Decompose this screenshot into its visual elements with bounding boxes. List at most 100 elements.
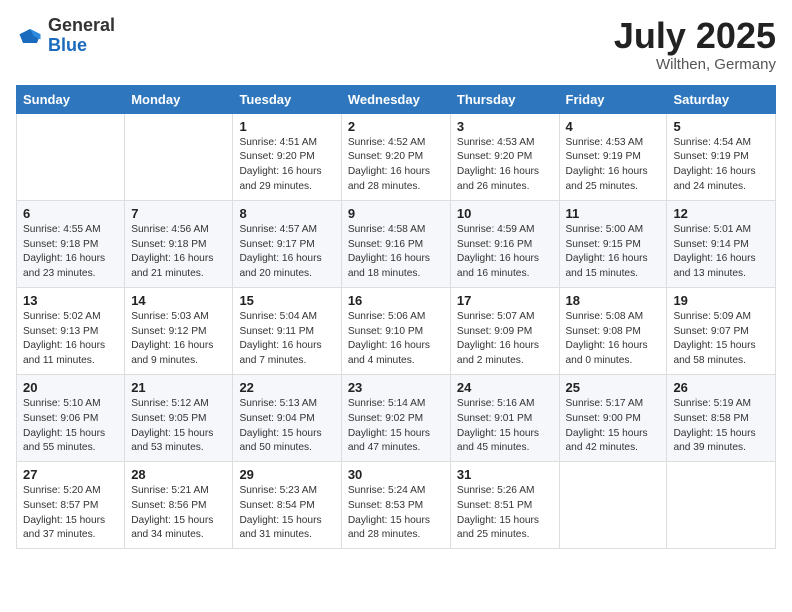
day-number: 3 [457,119,553,134]
calendar-cell: 20 Sunrise: 5:10 AM Sunset: 9:06 PM Dayli… [17,374,125,461]
calendar-cell: 21 Sunrise: 5:12 AM Sunset: 9:05 PM Dayli… [125,374,233,461]
cell-content: Sunrise: 5:26 AM Sunset: 8:51 PM Dayligh… [457,484,553,543]
week-row-3: 13 Sunrise: 5:02 AM Sunset: 9:13 PM Dayli… [17,287,776,374]
cell-content: Sunrise: 4:52 AM Sunset: 9:20 PM Dayligh… [348,136,444,195]
weekday-header-saturday: Saturday [667,85,776,113]
cell-content: Sunrise: 5:00 AM Sunset: 9:15 PM Dayligh… [566,223,661,282]
logo-general: General [48,15,115,35]
day-number: 21 [131,380,226,395]
calendar-cell: 26 Sunrise: 5:19 AM Sunset: 8:58 PM Dayli… [667,374,776,461]
day-number: 28 [131,467,226,482]
calendar-cell: 31 Sunrise: 5:26 AM Sunset: 8:51 PM Dayli… [450,462,559,549]
day-number: 12 [673,206,769,221]
calendar-cell: 7Sunrise: 4:56 AM Sunset: 9:18 PM Daylig… [125,200,233,287]
weekday-header-friday: Friday [559,85,667,113]
day-number: 26 [673,380,769,395]
calendar-cell: 19 Sunrise: 5:09 AM Sunset: 9:07 PM Dayli… [667,287,776,374]
calendar-cell: 8Sunrise: 4:57 AM Sunset: 9:17 PM Daylig… [233,200,341,287]
month-title: July 2025 [614,16,776,56]
day-number: 1 [239,119,334,134]
calendar-cell: 10 Sunrise: 4:59 AM Sunset: 9:16 PM Dayli… [450,200,559,287]
logo-icon [16,22,44,50]
cell-content: Sunrise: 5:12 AM Sunset: 9:05 PM Dayligh… [131,397,226,456]
weekday-header-wednesday: Wednesday [341,85,450,113]
cell-content: Sunrise: 4:54 AM Sunset: 9:19 PM Dayligh… [673,136,769,195]
day-number: 5 [673,119,769,134]
cell-content: Sunrise: 5:09 AM Sunset: 9:07 PM Dayligh… [673,310,769,369]
day-number: 30 [348,467,444,482]
cell-content: Sunrise: 5:19 AM Sunset: 8:58 PM Dayligh… [673,397,769,456]
calendar-cell: 5 Sunrise: 4:54 AM Sunset: 9:19 PM Daylig… [667,113,776,200]
week-row-1: 1 Sunrise: 4:51 AM Sunset: 9:20 PM Daylig… [17,113,776,200]
cell-content: Sunrise: 4:59 AM Sunset: 9:16 PM Dayligh… [457,223,553,282]
cell-content: Sunrise: 4:58 AM Sunset: 9:16 PM Dayligh… [348,223,444,282]
day-number: 29 [239,467,334,482]
cell-content: Sunrise: 4:53 AM Sunset: 9:20 PM Dayligh… [457,136,553,195]
day-number: 17 [457,293,553,308]
calendar-cell: 6 Sunrise: 4:55 AM Sunset: 9:18 PM Daylig… [17,200,125,287]
day-number: 23 [348,380,444,395]
cell-content: Sunrise: 4:55 AM Sunset: 9:18 PM Dayligh… [23,223,118,282]
cell-content: Sunrise: 4:53 AM Sunset: 9:19 PM Dayligh… [566,136,661,195]
day-number: 14 [131,293,226,308]
cell-content: Sunrise: 5:20 AM Sunset: 8:57 PM Dayligh… [23,484,118,543]
calendar-cell: 24 Sunrise: 5:16 AM Sunset: 9:01 PM Dayli… [450,374,559,461]
logo-blue: Blue [48,35,87,55]
day-number: 16 [348,293,444,308]
day-number: 22 [239,380,334,395]
cell-content: Sunrise: 4:57 AM Sunset: 9:17 PM Dayligh… [239,223,334,282]
calendar-cell [17,113,125,200]
calendar-cell: 17 Sunrise: 5:07 AM Sunset: 9:09 PM Dayli… [450,287,559,374]
day-number: 20 [23,380,118,395]
day-number: 24 [457,380,553,395]
day-number: 19 [673,293,769,308]
calendar-cell: 1 Sunrise: 4:51 AM Sunset: 9:20 PM Daylig… [233,113,341,200]
cell-content: Sunrise: 5:14 AM Sunset: 9:02 PM Dayligh… [348,397,444,456]
logo: General Blue [16,16,115,56]
cell-content: Sunrise: 5:01 AM Sunset: 9:14 PM Dayligh… [673,223,769,282]
week-row-5: 27Sunrise: 5:20 AM Sunset: 8:57 PM Dayli… [17,462,776,549]
calendar-cell: 11 Sunrise: 5:00 AM Sunset: 9:15 PM Dayli… [559,200,667,287]
day-number: 6 [23,206,118,221]
day-number: 11 [566,206,661,221]
day-number: 18 [566,293,661,308]
calendar-cell: 28 Sunrise: 5:21 AM Sunset: 8:56 PM Dayli… [125,462,233,549]
calendar-cell: 3 Sunrise: 4:53 AM Sunset: 9:20 PM Daylig… [450,113,559,200]
cell-content: Sunrise: 5:08 AM Sunset: 9:08 PM Dayligh… [566,310,661,369]
location-title: Wilthen, Germany [614,56,776,73]
cell-content: Sunrise: 5:10 AM Sunset: 9:06 PM Dayligh… [23,397,118,456]
cell-content: Sunrise: 5:04 AM Sunset: 9:11 PM Dayligh… [239,310,334,369]
cell-content: Sunrise: 5:21 AM Sunset: 8:56 PM Dayligh… [131,484,226,543]
cell-content: Sunrise: 5:07 AM Sunset: 9:09 PM Dayligh… [457,310,553,369]
calendar-cell [125,113,233,200]
calendar-cell [559,462,667,549]
calendar-cell: 15 Sunrise: 5:04 AM Sunset: 9:11 PM Dayli… [233,287,341,374]
page-header: General Blue July 2025 Wilthen, Germany [16,16,776,73]
cell-content: Sunrise: 5:02 AM Sunset: 9:13 PM Dayligh… [23,310,118,369]
day-number: 4 [566,119,661,134]
calendar-table: SundayMondayTuesdayWednesdayThursdayFrid… [16,85,776,550]
weekday-header-row: SundayMondayTuesdayWednesdayThursdayFrid… [17,85,776,113]
cell-content: Sunrise: 5:16 AM Sunset: 9:01 PM Dayligh… [457,397,553,456]
calendar-cell [667,462,776,549]
cell-content: Sunrise: 4:56 AM Sunset: 9:18 PM Dayligh… [131,223,226,282]
calendar-cell: 16 Sunrise: 5:06 AM Sunset: 9:10 PM Dayli… [341,287,450,374]
cell-content: Sunrise: 4:51 AM Sunset: 9:20 PM Dayligh… [239,136,334,195]
cell-content: Sunrise: 5:13 AM Sunset: 9:04 PM Dayligh… [239,397,334,456]
week-row-4: 20 Sunrise: 5:10 AM Sunset: 9:06 PM Dayli… [17,374,776,461]
weekday-header-monday: Monday [125,85,233,113]
day-number: 10 [457,206,553,221]
day-number: 9 [348,206,444,221]
cell-content: Sunrise: 5:06 AM Sunset: 9:10 PM Dayligh… [348,310,444,369]
calendar-cell: 9 Sunrise: 4:58 AM Sunset: 9:16 PM Daylig… [341,200,450,287]
calendar-cell: 13 Sunrise: 5:02 AM Sunset: 9:13 PM Dayli… [17,287,125,374]
cell-content: Sunrise: 5:03 AM Sunset: 9:12 PM Dayligh… [131,310,226,369]
day-number: 2 [348,119,444,134]
calendar-cell: 30Sunrise: 5:24 AM Sunset: 8:53 PM Dayli… [341,462,450,549]
day-number: 15 [239,293,334,308]
cell-content: Sunrise: 5:23 AM Sunset: 8:54 PM Dayligh… [239,484,334,543]
day-number: 31 [457,467,553,482]
calendar-cell: 4 Sunrise: 4:53 AM Sunset: 9:19 PM Daylig… [559,113,667,200]
calendar-cell: 23 Sunrise: 5:14 AM Sunset: 9:02 PM Dayli… [341,374,450,461]
day-number: 13 [23,293,118,308]
